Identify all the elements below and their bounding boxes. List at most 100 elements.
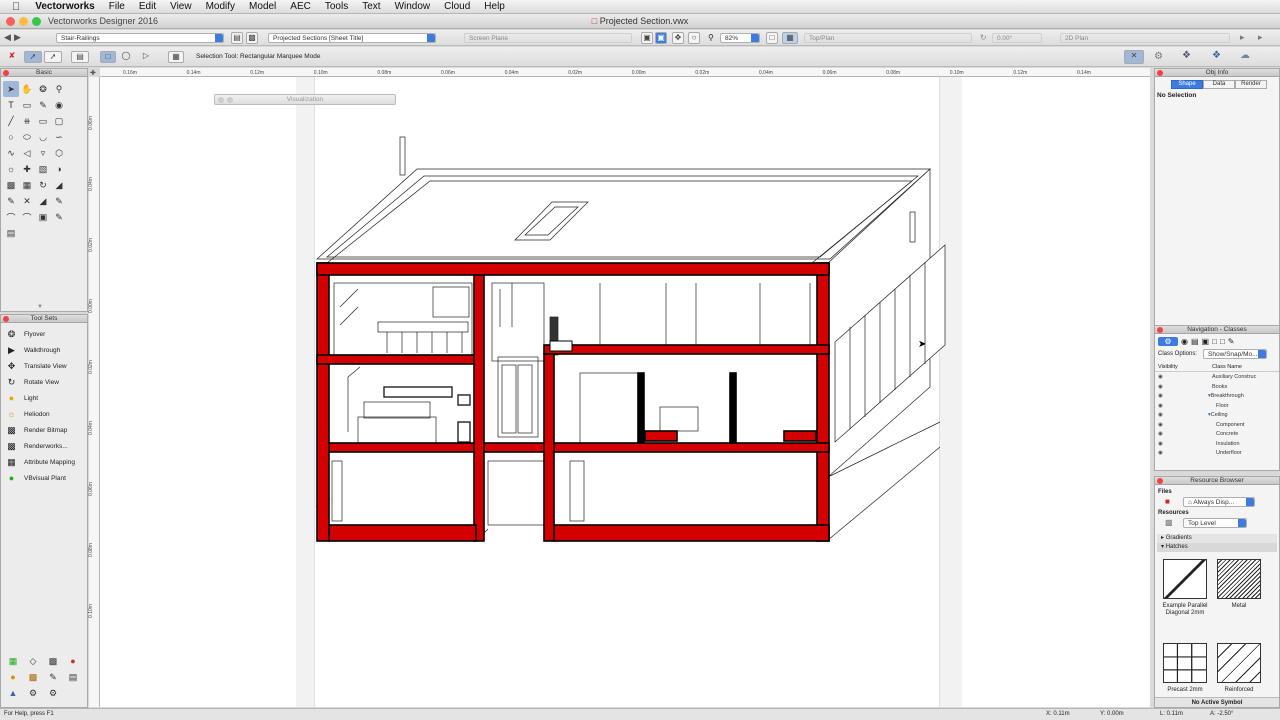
trim-tool-icon[interactable]: ✕ <box>19 193 35 209</box>
class-row[interactable]: ◉ Component <box>1158 421 1276 431</box>
fasteners-toolset-icon[interactable]: ▤ <box>63 669 83 685</box>
zoom-out-icon[interactable]: ○ <box>688 32 700 44</box>
class-options-icon[interactable]: ▤ <box>231 32 243 44</box>
single-object-mode-icon[interactable]: ➚ <box>44 51 62 63</box>
layer-options-icon[interactable]: ▩ <box>246 32 258 44</box>
menu-aec[interactable]: AEC <box>283 1 318 12</box>
folder-gradients[interactable]: ▸ Gradients <box>1157 534 1277 543</box>
save-view-icon[interactable]: ▣ <box>655 32 667 44</box>
menu-model[interactable]: Model <box>242 1 283 12</box>
eyedropper-2-tool-icon[interactable]: ✎ <box>3 193 19 209</box>
eye-icon[interactable]: ◉ <box>1158 430 1216 440</box>
eye-icon[interactable]: ◉ <box>1158 449 1216 459</box>
resources-dropdown[interactable]: Top Level <box>1183 518 1247 528</box>
eyedropper-tool-icon[interactable]: ✎ <box>35 97 51 113</box>
landmark-toolset-icon[interactable]: ▲ <box>3 685 23 701</box>
menu-tools[interactable]: Tools <box>318 1 355 12</box>
class-row[interactable]: ◉ Insulation <box>1158 440 1276 450</box>
toolset-render-bitmap[interactable]: ▩ Render Bitmap <box>1 422 87 438</box>
selection-tool-icon[interactable]: ➤ <box>3 81 19 97</box>
grid-icon[interactable]: ▦ <box>782 32 798 44</box>
menu-file[interactable]: File <box>102 1 132 12</box>
building-shell-toolset-icon[interactable]: ◇ <box>23 653 43 669</box>
class-row[interactable]: ◉ Auxiliary Construc <box>1158 373 1276 383</box>
folder-hatches[interactable]: ▾ Hatches <box>1157 543 1277 552</box>
class-options-dropdown[interactable]: Show/Snap/Mo... <box>1203 349 1268 359</box>
class-row[interactable]: ◉ Books <box>1158 383 1276 393</box>
double-line-tool-icon[interactable]: ⧺ <box>19 113 35 129</box>
layer-dropdown[interactable]: Projected Sections [Sheet Title] <box>268 33 436 43</box>
custom-toolset-icon[interactable]: ⚙ <box>43 685 63 701</box>
menu-text[interactable]: Text <box>355 1 387 12</box>
connect-tool-icon[interactable]: ◢ <box>35 193 51 209</box>
sheet-layers-tab-icon[interactable]: ▤ <box>1191 337 1199 346</box>
apple-icon[interactable]:  <box>0 1 28 13</box>
detailing-toolset-icon[interactable]: ● <box>3 669 23 685</box>
visibility-tool-icon[interactable]: ✎ <box>51 209 67 225</box>
toolset-vbvisual-plant[interactable]: ● VBvisual Plant <box>1 470 87 486</box>
locus-tool-icon[interactable]: ✚ <box>19 161 35 177</box>
toolset-renderworks[interactable]: ▩ Renderworks... <box>1 438 87 454</box>
symbols-tab-icon[interactable]: ✎ <box>1228 337 1235 346</box>
tool-preferences-icon[interactable]: ▦ <box>168 51 184 63</box>
mirror-tool-icon[interactable]: ◑ <box>51 161 67 177</box>
fillet-tool-icon[interactable]: ⌒ <box>3 209 19 225</box>
text-tool-icon[interactable]: T <box>3 97 19 113</box>
class-row[interactable]: ◉ Concrete <box>1158 430 1276 440</box>
close-icon[interactable] <box>1157 478 1163 484</box>
rounded-rectangle-tool-icon[interactable]: ▢ <box>51 113 67 129</box>
chamfer-tool-icon[interactable]: ⌒ <box>19 209 35 225</box>
tab-shape[interactable]: Shape <box>1171 80 1203 89</box>
clip-tool-icon[interactable]: ▣ <box>35 209 51 225</box>
class-row[interactable]: ◉ ▾ Ceiling <box>1158 411 1276 421</box>
selection-mode-icon[interactable]: ✘ <box>6 51 18 63</box>
menu-view[interactable]: View <box>163 1 199 12</box>
regular-polygon-tool-icon[interactable]: ⬡ <box>51 145 67 161</box>
eye-icon[interactable]: ◉ <box>1158 383 1212 393</box>
toolset-rotate-view[interactable]: ↻ Rotate View <box>1 374 87 390</box>
view-dropdown[interactable]: Top/Plan <box>804 33 972 43</box>
toolset-heliodon[interactable]: ☼ Heliodon <box>1 406 87 422</box>
visibility-column-header[interactable]: Visibility <box>1158 364 1212 370</box>
plane-dropdown[interactable]: Screen Plane <box>464 33 632 43</box>
eye-icon[interactable]: ◉ <box>1158 421 1216 431</box>
symbol-insertion-tool-icon[interactable]: ▤ <box>3 225 19 241</box>
drawing-area[interactable]: ➤ <box>100 77 1150 707</box>
rectangle-marquee-icon[interactable]: □ <box>100 51 116 63</box>
line-tool-icon[interactable]: ╱ <box>3 113 19 129</box>
furniture-toolset-icon[interactable]: ▩ <box>43 653 63 669</box>
lasso-icon[interactable]: ◯ <box>120 51 132 63</box>
close-icon[interactable] <box>1157 70 1163 76</box>
files-dropdown[interactable]: ⌂ Always Disp... <box>1183 497 1255 507</box>
class-row[interactable]: ◉ Floor <box>1158 402 1276 412</box>
polygon-tool-icon[interactable]: ◁ <box>19 145 35 161</box>
reshape-tool-icon[interactable]: ▦ <box>19 177 35 193</box>
classes-icon[interactable]: ❖ <box>1212 50 1221 61</box>
eye-icon[interactable]: ◉ <box>1158 402 1216 412</box>
palette-resize-icon[interactable]: ▼ <box>37 304 43 310</box>
toolset-flyover[interactable]: ❂ Flyover <box>1 326 87 342</box>
rotation-field[interactable]: 0.00° <box>992 33 1042 43</box>
standard-view-icon[interactable]: ▣ <box>641 32 653 44</box>
polyline-tool-icon[interactable]: ∿ <box>3 145 19 161</box>
callout-tool-icon[interactable]: ▭ <box>19 97 35 113</box>
split-tool-icon[interactable]: ✎ <box>51 193 67 209</box>
polygon-marquee-icon[interactable]: ▷ <box>140 51 152 63</box>
layers-icon[interactable]: ❖ <box>1182 50 1191 61</box>
eye-icon[interactable]: ◉ <box>1158 373 1212 383</box>
toolset-translate-view[interactable]: ✥ Translate View <box>1 358 87 374</box>
menu-edit[interactable]: Edit <box>132 1 163 12</box>
back-arrow-icon[interactable]: ◀ <box>4 32 11 43</box>
hatch-thumbnail[interactable] <box>1163 643 1207 683</box>
render-mode-dropdown[interactable]: 2D Plan <box>1060 33 1230 43</box>
references-tab-icon[interactable]: □ <box>1220 337 1225 346</box>
class-row[interactable]: ◉ ▾ Breakthrough <box>1158 392 1276 402</box>
toolset-light[interactable]: ● Light <box>1 390 87 406</box>
page-icon[interactable]: □ <box>766 32 778 44</box>
view-options-icon[interactable]: ▸ <box>1258 32 1263 43</box>
pan-tool-icon[interactable]: ✋ <box>19 81 35 97</box>
eye-icon[interactable]: ◉ <box>1158 440 1216 450</box>
class-dropdown[interactable]: Stair-Railings <box>56 33 224 43</box>
attribute-tool-icon[interactable]: ◉ <box>51 97 67 113</box>
zoom-field[interactable]: 82% <box>720 33 760 43</box>
